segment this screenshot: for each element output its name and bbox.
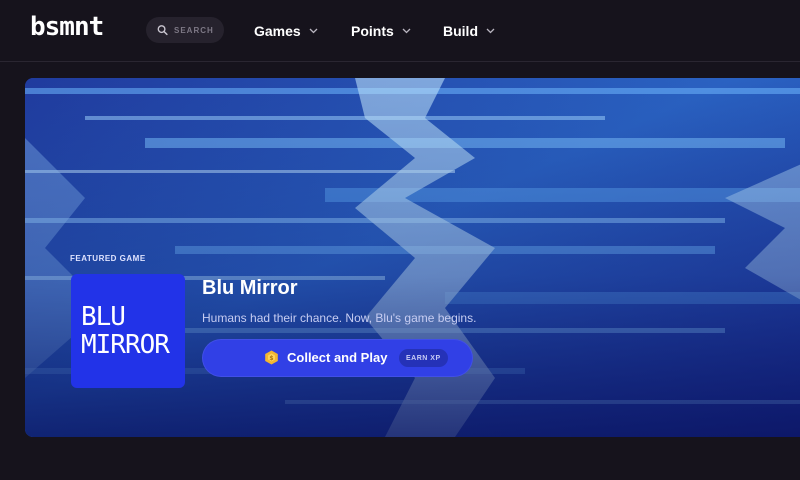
game-description: Humans had their chance. Now, Blu's game… — [202, 311, 477, 325]
nav-games[interactable]: Games — [254, 20, 318, 42]
collect-and-play-label: Collect and Play — [287, 350, 388, 365]
chevron-down-icon — [486, 28, 495, 34]
tile-title-line-1: BLU — [81, 302, 126, 332]
game-title: Blu Mirror — [202, 277, 298, 299]
chevron-down-icon — [402, 28, 411, 34]
bsmnt-logo[interactable]: bsmnt — [30, 13, 104, 41]
svg-text:$: $ — [269, 355, 273, 362]
search-icon — [157, 25, 168, 36]
search-box[interactable] — [146, 17, 224, 43]
chevron-down-icon — [309, 28, 318, 34]
game-cover-tile[interactable]: BLU MIRROR — [71, 274, 185, 388]
earn-xp-badge: EARN XP — [399, 349, 448, 367]
featured-game-label: FEATURED GAME — [70, 254, 146, 263]
coin-icon: $ — [265, 350, 278, 365]
search-input[interactable] — [174, 25, 224, 35]
featured-game-banner[interactable]: FEATURED GAME BLU MIRROR Blu Mirror Huma… — [25, 78, 800, 437]
nav-games-label: Games — [254, 23, 301, 39]
nav-points-label: Points — [351, 23, 394, 39]
collect-and-play-button[interactable]: $ Collect and Play EARN XP — [202, 339, 473, 377]
top-navigation-bar: bsmnt Games Points Build — [0, 0, 800, 62]
nav-build-label: Build — [443, 23, 478, 39]
nav-points[interactable]: Points — [351, 20, 411, 42]
nav-build[interactable]: Build — [443, 20, 495, 42]
tile-title-line-2: MIRROR — [81, 330, 170, 360]
